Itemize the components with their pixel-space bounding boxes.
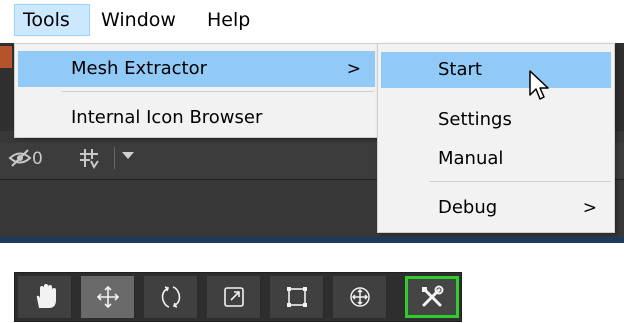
menu-item-debug[interactable]: Debug > [381, 190, 611, 226]
hand-tool-button[interactable] [18, 276, 72, 318]
rect-tool-button[interactable] [270, 276, 324, 318]
tools-dropdown: Mesh Extractor > Internal Icon Browser [14, 43, 379, 138]
move-icon [96, 285, 119, 309]
menu-item-mesh-extractor[interactable]: Mesh Extractor > [18, 51, 375, 87]
custom-tools-button[interactable] [405, 276, 459, 318]
menu-item-label: Debug [438, 197, 498, 218]
menu-bar: Tools Window Help [0, 0, 624, 43]
mouse-pointer-icon [529, 70, 549, 100]
menu-help[interactable]: Help [199, 4, 258, 36]
menu-item-manual[interactable]: Manual [381, 141, 611, 177]
editor-blue-band [0, 237, 624, 243]
rect-icon [286, 287, 307, 307]
mesh-extractor-submenu: Start Settings Manual Debug > [377, 43, 615, 233]
menu-item-label: Manual [438, 148, 504, 169]
menu-item-internal-icon-browser[interactable]: Internal Icon Browser [18, 100, 375, 136]
menu-item-label: Settings [438, 109, 512, 130]
menu-item-label: Internal Icon Browser [71, 107, 263, 128]
eye-slash-icon [8, 149, 32, 167]
scale-icon [223, 287, 244, 307]
hidden-objects-toggle[interactable]: 0 [8, 149, 43, 169]
submenu-arrow-icon: > [582, 198, 597, 218]
menu-item-label: Mesh Extractor [71, 58, 207, 79]
grid-dropdown-arrow-icon[interactable] [122, 152, 134, 159]
menu-item-start[interactable]: Start [381, 52, 611, 88]
menu-divider [429, 181, 611, 182]
menu-window[interactable]: Window [93, 4, 184, 36]
transform-icon [349, 287, 370, 307]
hidden-objects-count: 0 [32, 149, 43, 169]
rotate-tool-button[interactable] [144, 276, 198, 318]
scene-tools-toolbar [14, 272, 462, 322]
menu-divider [62, 91, 374, 92]
grid-toggle-icon[interactable] [78, 147, 100, 169]
rotate-icon [161, 286, 180, 308]
menu-item-settings[interactable]: Settings [381, 102, 611, 138]
toolbar-separator [114, 147, 115, 169]
move-tool-button[interactable] [81, 276, 135, 318]
custom-tools-icon [422, 285, 444, 307]
transform-tool-button[interactable] [333, 276, 387, 318]
submenu-arrow-icon: > [346, 59, 361, 79]
editor-tab-edge [0, 46, 12, 68]
scale-tool-button[interactable] [207, 276, 261, 318]
menu-item-label: Start [438, 59, 482, 80]
hand-icon [36, 284, 56, 308]
menu-tools[interactable]: Tools [14, 4, 90, 36]
